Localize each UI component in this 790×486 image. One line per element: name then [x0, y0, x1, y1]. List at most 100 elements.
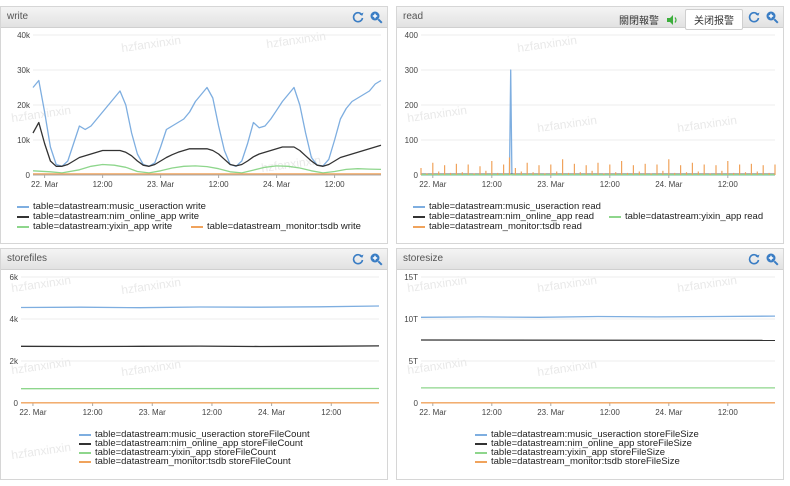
x-tick-label: 12:00: [600, 408, 621, 417]
y-tick-label: 40k: [17, 31, 31, 40]
legend-swatch: [609, 215, 621, 218]
zoom-in-icon[interactable]: [369, 10, 383, 24]
legend-label: table=datastream_monitor:tsdb read: [429, 221, 582, 232]
legend-item[interactable]: table=datastream_monitor:tsdb write: [191, 221, 361, 232]
refresh-icon[interactable]: [747, 252, 761, 266]
legend-item[interactable]: table=datastream:yixin_app write: [17, 221, 172, 232]
panel-title: write: [7, 11, 29, 22]
panel-title: storesize: [403, 253, 444, 264]
series-line-1: [32, 79, 382, 167]
x-tick-label: 24. Mar: [263, 180, 290, 189]
x-tick-label: 22. Mar: [19, 408, 46, 417]
chart-write: 0 10k 20k 30k 40k 22. Mar 12:00 23. Mar 12:00 24.…: [17, 31, 382, 189]
y-tick-label: 5T: [409, 357, 418, 366]
legend-item[interactable]: table=datastream_monitor:tsdb read: [413, 221, 582, 232]
legend-label: table=datastream:yixin_app read: [625, 211, 764, 222]
legend-swatch: [475, 433, 487, 436]
x-tick-label: 23. Mar: [537, 180, 564, 189]
legend: table=datastream:music_useraction storeF…: [397, 429, 783, 477]
y-tick-label: 100: [405, 136, 419, 145]
legend-item[interactable]: table=datastream_monitor:tsdb storeFileC…: [79, 456, 291, 467]
alarm-label: 關閉報警: [619, 16, 659, 27]
panel-header: read 關閉報警 关闭报警: [397, 7, 783, 30]
series-line-2: [20, 345, 380, 348]
y-tick-label: 10k: [17, 136, 31, 145]
x-tick-label: 12:00: [202, 408, 223, 417]
x-tick-label: 12:00: [321, 408, 342, 417]
legend-swatch: [475, 460, 487, 463]
y-tick-label: 6k: [10, 273, 19, 282]
legend-swatch: [413, 215, 425, 218]
x-tick-label: 12:00: [209, 180, 230, 189]
panel-header: storefiles: [1, 249, 387, 270]
y-tick-label: 15T: [404, 273, 418, 282]
legend: table=datastream:music_useraction write t…: [1, 201, 387, 241]
legend-swatch: [413, 205, 425, 208]
legend-swatch: [191, 225, 203, 228]
y-tick-label: 20k: [17, 101, 31, 110]
x-tick-label: 22. Mar: [31, 180, 58, 189]
x-tick-label: 24. Mar: [655, 180, 682, 189]
legend-swatch: [413, 225, 425, 228]
y-tick-label: 0: [26, 171, 31, 180]
zoom-in-icon[interactable]: [765, 10, 779, 24]
series-line-1: [20, 305, 380, 309]
refresh-icon[interactable]: [747, 10, 761, 24]
chart-read: 0 100 200 300 400 22. Mar 12:00 23. Mar 12:00 24.…: [405, 31, 776, 189]
legend: table=datastream:music_useraction storeF…: [1, 429, 387, 477]
x-tick-label: 22. Mar: [419, 180, 446, 189]
x-tick-label: 24. Mar: [258, 408, 285, 417]
series-line-3: [32, 163, 382, 174]
x-tick-label: 12:00: [482, 408, 503, 417]
refresh-icon[interactable]: [351, 252, 365, 266]
legend-swatch: [79, 451, 91, 454]
legend-swatch: [475, 451, 487, 454]
x-tick-label: 12:00: [325, 180, 346, 189]
x-tick-label: 12:00: [718, 408, 739, 417]
panel-header: storesize: [397, 249, 783, 270]
series-line-1: [420, 315, 776, 318]
y-tick-label: 200: [405, 101, 419, 110]
legend: table=datastream:music_useraction read ta…: [397, 201, 783, 241]
series-line-1: [421, 69, 775, 176]
legend-item[interactable]: table=datastream_monitor:tsdb storeFileS…: [475, 456, 680, 467]
legend-label: table=datastream:yixin_app write: [33, 221, 173, 232]
x-tick-label: 12:00: [83, 408, 104, 417]
x-tick-label: 12:00: [93, 180, 114, 189]
x-tick-label: 24. Mar: [655, 408, 682, 417]
y-tick-label: 2k: [10, 357, 19, 366]
legend-item[interactable]: table=datastream:yixin_app read: [609, 211, 763, 222]
panel-header: write: [1, 7, 387, 28]
legend-swatch: [79, 433, 91, 436]
zoom-in-icon[interactable]: [765, 252, 779, 266]
legend-swatch: [79, 460, 91, 463]
y-tick-label: 400: [405, 31, 419, 40]
legend-swatch: [17, 205, 29, 208]
x-tick-label: 22. Mar: [419, 408, 446, 417]
y-tick-label: 30k: [17, 66, 31, 75]
x-tick-label: 23. Mar: [139, 408, 166, 417]
chart-storesize: 0 5T 10T 15T 22. Mar 12:00 23. Mar 12:00 24. Mar…: [404, 273, 776, 417]
y-tick-label: 0: [414, 171, 419, 180]
panel-storesize: storesize hzfanxinxin hzfanxinxin hzfanx…: [396, 248, 784, 480]
y-tick-label: 300: [405, 66, 419, 75]
legend-swatch: [17, 225, 29, 228]
panel-title: storefiles: [7, 253, 48, 264]
y-tick-label: 0: [14, 399, 19, 408]
panel-title: read: [403, 11, 424, 22]
x-tick-label: 23. Mar: [537, 408, 564, 417]
zoom-in-icon[interactable]: [369, 252, 383, 266]
refresh-icon[interactable]: [351, 10, 365, 24]
chart-storefiles: 0 2k 4k 6k 22. Mar 12:00 23. Mar 12:00 24. Mar 12…: [10, 273, 380, 417]
legend-label: table=datastream_monitor:tsdb storeFileS…: [491, 456, 680, 467]
dashboard: write hzfanxinxin hzfanxinxin hzfanxinxi…: [0, 0, 790, 486]
x-tick-label: 12:00: [482, 180, 503, 189]
panel-read: read 關閉報警 关闭报警 hzfanxinxin hzfanxinxin h…: [396, 6, 784, 244]
panel-storefiles: storefiles hzfanxinxin hzfanxinxin hzfan…: [0, 248, 388, 480]
legend-label: table=datastream_monitor:tsdb write: [207, 221, 361, 232]
x-tick-label: 23. Mar: [147, 180, 174, 189]
y-tick-label: 4k: [10, 315, 19, 324]
x-tick-label: 12:00: [600, 180, 621, 189]
y-tick-label: 0: [414, 399, 419, 408]
y-tick-label: 10T: [404, 315, 418, 324]
